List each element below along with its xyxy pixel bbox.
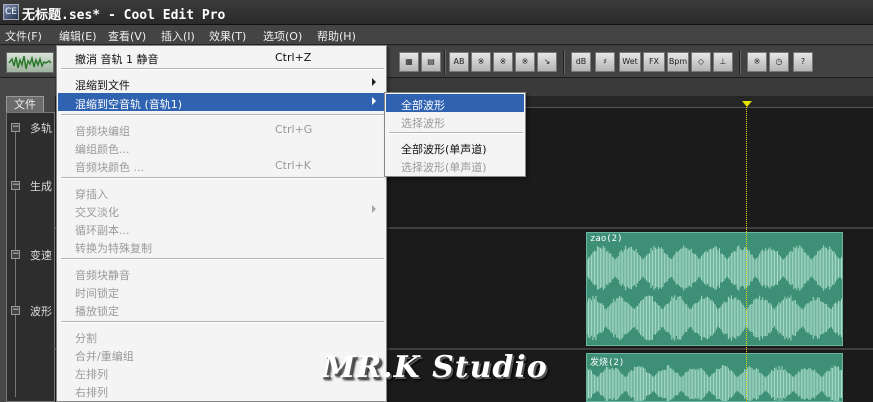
menu-item-punch-in[interactable]: 穿插入: [58, 183, 385, 201]
effects-tree: − 多轨 − 生成 − 变速 − 波形: [6, 112, 55, 402]
tree-item-generate[interactable]: 生成: [30, 178, 52, 194]
toolbar-separator: [739, 50, 741, 74]
title-bar[interactable]: CE 无标题.ses* - Cool Edit Pro: [0, 0, 873, 25]
watermark: MR.K Studio: [322, 350, 548, 385]
menu-insert[interactable]: 插入(I): [161, 28, 195, 44]
waveform-icon[interactable]: [6, 52, 54, 73]
menu-separator: [61, 114, 384, 116]
playhead[interactable]: [746, 104, 747, 402]
audio-clip[interactable]: zao(2): [586, 232, 843, 346]
menu-item-undo[interactable]: 撤消 音轨 1 静音 Ctrl+Z: [58, 48, 385, 66]
chevron-right-icon: [372, 97, 376, 105]
menu-separator: [61, 258, 384, 260]
submenu-item-selected-waves-mono[interactable]: 选择波形(单声道): [386, 156, 524, 174]
menu-separator: [389, 132, 523, 134]
menu-file[interactable]: 文件(F): [5, 28, 42, 44]
menu-item-block-color[interactable]: 音频块颜色 ... Ctrl+K: [58, 156, 385, 174]
menu-help[interactable]: 帮助(H): [317, 28, 356, 44]
collapse-icon[interactable]: −: [11, 181, 20, 190]
fx-icon[interactable]: FX: [643, 52, 665, 72]
loop-b-icon[interactable]: ※: [515, 52, 535, 72]
collapse-icon[interactable]: −: [11, 123, 20, 132]
clip-waveform: [587, 295, 842, 341]
tree-item-multitrack[interactable]: 多轨: [30, 120, 52, 136]
menu-edit[interactable]: 编辑(E): [59, 28, 97, 44]
submenu-item-all-waves[interactable]: 全部波形: [386, 94, 524, 112]
menu-view[interactable]: 查看(V): [108, 28, 146, 44]
menu-item-time-lock[interactable]: 时间锁定: [58, 282, 385, 300]
menu-bar: 文件(F) 编辑(E) 查看(V) 插入(I) 效果(T) 选项(O) 帮助(H…: [0, 25, 873, 45]
menu-item-group-blocks[interactable]: 音频块编组 Ctrl+G: [58, 120, 385, 138]
menu-item-group-color[interactable]: 编组颜色...: [58, 138, 385, 156]
clock-icon[interactable]: ◷: [769, 52, 789, 72]
menu-item-loop-duplicate[interactable]: 循环副本...: [58, 219, 385, 237]
waveform-path: [587, 365, 842, 401]
stretch-icon[interactable]: ◇: [691, 52, 711, 72]
menu-separator: [61, 68, 384, 70]
clip-waveform: [587, 365, 842, 401]
tab-file[interactable]: 文件: [6, 96, 44, 112]
menu-effects[interactable]: 效果(T): [209, 28, 246, 44]
loop-a-icon[interactable]: ※: [493, 52, 513, 72]
bpm-icon[interactable]: Bpm: [667, 52, 689, 72]
pitch-icon[interactable]: ♯: [595, 52, 615, 72]
app-icon[interactable]: CE: [3, 4, 19, 20]
mixdown-submenu: 全部波形 选择波形 全部波形(单声道) 选择波形(单声道): [384, 92, 526, 177]
menu-item-block-mute[interactable]: 音频块静音: [58, 264, 385, 282]
clip-waveform: [587, 245, 842, 291]
ab-icon[interactable]: AB: [449, 52, 469, 72]
chevron-right-icon: [372, 78, 376, 86]
settings-icon[interactable]: ※: [747, 52, 767, 72]
tree-item-waveform[interactable]: 波形: [30, 303, 52, 319]
menu-item-mixdown-to-file[interactable]: 混缩到文件: [58, 74, 385, 92]
menu-item-convert-special-copy[interactable]: 转换为特殊复制: [58, 237, 385, 255]
timeline-ruler[interactable]: [520, 96, 873, 108]
ruler-a-icon[interactable]: ▦: [399, 52, 419, 72]
menu-options[interactable]: 选项(O): [263, 28, 302, 44]
collapse-icon[interactable]: −: [11, 250, 20, 259]
help-icon[interactable]: ?: [793, 52, 813, 72]
waveform-path: [587, 245, 842, 291]
arrow-icon[interactable]: ↘: [537, 52, 557, 72]
submenu-item-all-waves-mono[interactable]: 全部波形(单声道): [386, 138, 524, 156]
playhead-marker-icon[interactable]: [742, 101, 752, 107]
tree-item-speed[interactable]: 变速: [30, 247, 52, 263]
window-title: 无标题.ses* - Cool Edit Pro: [22, 8, 226, 23]
toolbar-separator: [563, 50, 565, 74]
db-icon[interactable]: dB: [571, 52, 591, 72]
edit-menu-dropdown: 撤消 音轨 1 静音 Ctrl+Z 混缩到文件 混缩到空音轨 (音轨1) 音频块编…: [56, 45, 387, 402]
collapse-icon[interactable]: −: [11, 306, 20, 315]
menu-item-split[interactable]: 分割: [58, 327, 385, 345]
cool-edit-window: CE 无标题.ses* - Cool Edit Pro 文件(F) 编辑(E) …: [0, 0, 873, 402]
toolbar-separator: [444, 50, 446, 74]
ruler-b-icon[interactable]: ▤: [421, 52, 441, 72]
chevron-right-icon: [372, 205, 376, 213]
menu-item-play-lock[interactable]: 播放锁定: [58, 300, 385, 318]
tree-connector: [15, 127, 16, 397]
menu-item-crossfade[interactable]: 交叉淡化: [58, 201, 385, 219]
mix-wave-icon[interactable]: ※: [471, 52, 491, 72]
audio-clip[interactable]: 发烧(2): [586, 353, 843, 402]
menu-separator: [61, 177, 384, 179]
submenu-item-selected-waves[interactable]: 选择波形: [386, 112, 524, 130]
waveform-path: [587, 295, 842, 341]
menu-separator: [61, 321, 384, 323]
wet-icon[interactable]: Wet: [619, 52, 641, 72]
menu-item-mixdown-to-empty-track[interactable]: 混缩到空音轨 (音轨1): [58, 93, 385, 111]
split-icon[interactable]: ⊥: [713, 52, 733, 72]
